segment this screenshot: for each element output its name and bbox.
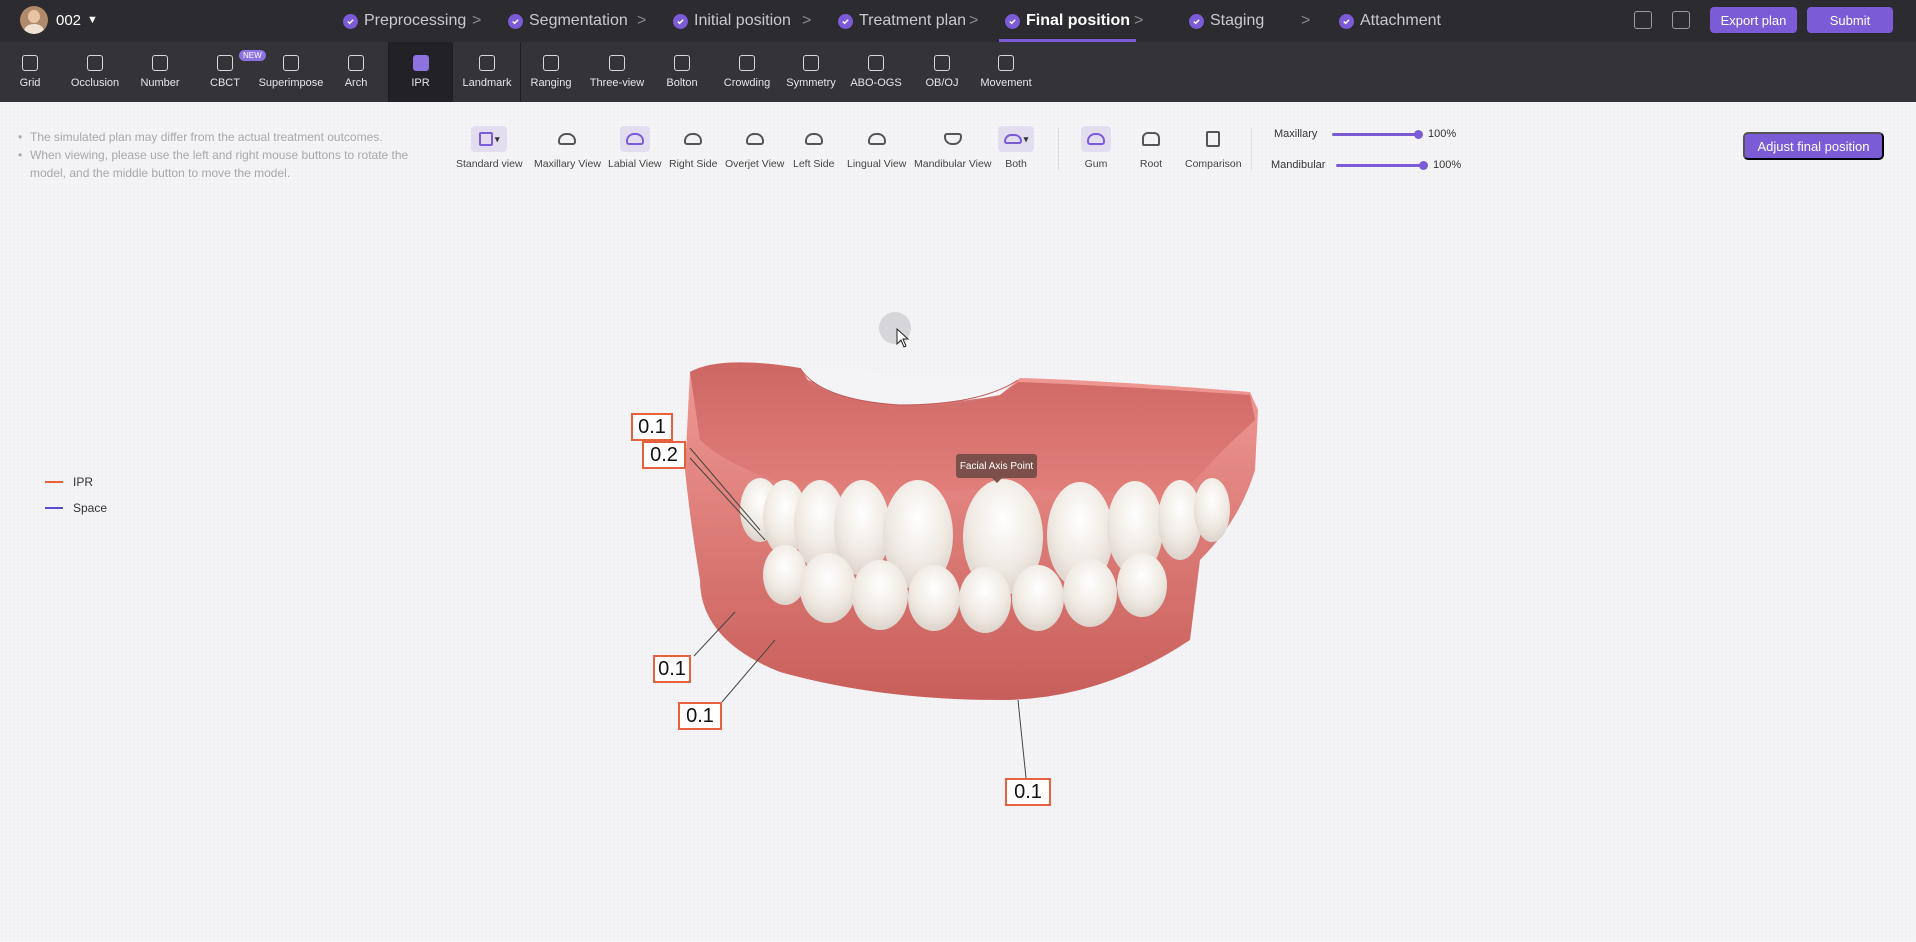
ipr-label[interactable]: 0.1 <box>678 702 722 730</box>
ipr-label[interactable]: 0.1 <box>631 413 673 441</box>
facial-axis-point-tooltip: Facial Axis Point <box>956 454 1037 483</box>
ipr-label[interactable]: 0.1 <box>653 655 691 683</box>
mouse-cursor-icon <box>896 328 910 348</box>
ipr-label[interactable]: 0.2 <box>642 441 686 469</box>
ipr-label[interactable]: 0.1 <box>1005 778 1051 806</box>
